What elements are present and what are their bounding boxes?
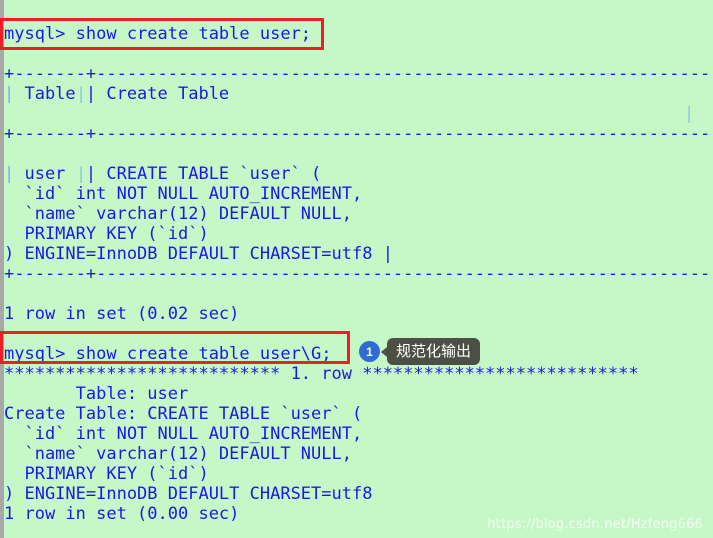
terminal-table-pipe: | [76, 84, 87, 104]
callout-badge: 1 [359, 341, 380, 362]
annotation-box-command-show-create-table [0, 18, 324, 50]
terminal-line: `name` varchar(12) DEFAULT NULL, [4, 204, 352, 224]
terminal-table-pipe: | [76, 164, 87, 184]
terminal-screenshot: mysql> show create table user; +-------+-… [0, 0, 713, 538]
annotation-callout-1: 1 规范化输出 [359, 338, 481, 365]
terminal-line: `id` int NOT NULL AUTO_INCREMENT, [4, 424, 363, 444]
terminal-line: +-------+-------------------------------… [4, 64, 713, 84]
terminal-line: ) ENGINE=InnoDB DEFAULT CHARSET=utf8 [4, 484, 373, 504]
terminal-output[interactable]: mysql> show create table user; +-------+-… [0, 0, 713, 538]
terminal-table-pipe: | [4, 164, 15, 184]
annotation-box-command-show-create-table-vertical [0, 331, 350, 364]
terminal-table-pipe: | [4, 84, 15, 104]
terminal-line: PRIMARY KEY (`id`) [4, 464, 209, 484]
terminal-line: Table: user [4, 384, 189, 404]
terminal-line: +-------+-------------------------------… [4, 124, 713, 144]
terminal-line: PRIMARY KEY (`id`) [4, 224, 209, 244]
terminal-line: +-------+-------------------------------… [4, 264, 713, 284]
terminal-line: Create Table: CREATE TABLE `user` ( [4, 404, 363, 424]
terminal-line: ) ENGINE=InnoDB DEFAULT CHARSET=utf8 | [4, 244, 393, 264]
terminal-line: `name` varchar(12) DEFAULT NULL, [4, 444, 352, 464]
terminal-line: `id` int NOT NULL AUTO_INCREMENT, [4, 184, 363, 204]
terminal-line: | Table | Create Table [4, 84, 230, 104]
callout-tooltip: 规范化输出 [380, 338, 481, 365]
terminal-left-rail [0, 0, 4, 538]
terminal-line: | user | CREATE TABLE `user` ( [4, 164, 322, 184]
terminal-line: 1 row in set (0.02 sec) [4, 304, 240, 324]
terminal-line: *************************** 1. row *****… [4, 364, 639, 384]
terminal-table-pipe: | [684, 104, 695, 124]
terminal-line: 1 row in set (0.00 sec) [4, 504, 240, 524]
